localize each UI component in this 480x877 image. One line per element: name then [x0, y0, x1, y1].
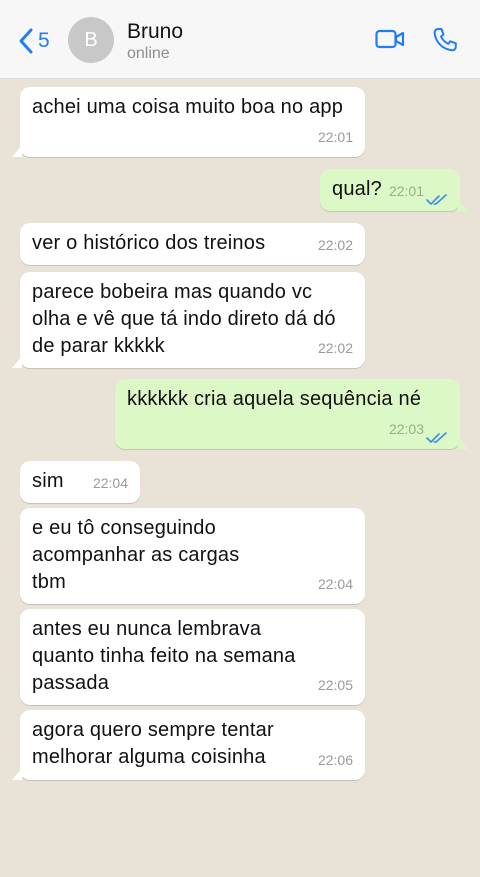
message-incoming[interactable]: ver o histórico dos treinos 22:02	[20, 223, 365, 265]
message-time: 22:03	[388, 421, 424, 437]
contact-status: online	[127, 45, 170, 62]
bubble-tail	[12, 768, 22, 780]
message-incoming[interactable]: e eu tô conseguindo acompanhar as cargas…	[20, 508, 365, 604]
message-list[interactable]: achei uma coisa muito boa no app 22:01 q…	[0, 79, 480, 877]
message-text: achei uma coisa muito boa no app	[32, 96, 344, 118]
message-time: 22:04	[92, 475, 128, 491]
message-incoming[interactable]: agora quero sempre tentar melhorar algum…	[12, 710, 365, 780]
message-incoming[interactable]: parece bobeira mas quando vc olha e vê q…	[12, 272, 365, 368]
message-time: 22:05	[317, 677, 353, 693]
back-button[interactable]: 5	[18, 24, 50, 58]
message-time: 22:02	[317, 237, 353, 253]
message-incoming[interactable]: antes eu nunca lembrava quanto tinha fei…	[20, 609, 365, 705]
message-text: kkkkkk cria aquela sequência né	[127, 388, 422, 410]
message-text: agora quero sempre tentar melhorar algum…	[32, 719, 274, 768]
message-time: 22:04	[317, 576, 353, 592]
voice-call-button[interactable]	[432, 27, 458, 58]
avatar[interactable]: B	[68, 17, 114, 63]
message-outgoing[interactable]: kkkkkk cria aquela sequência né 22:03	[115, 379, 468, 449]
message-time: 22:06	[317, 752, 353, 768]
chat-header: 5 B Bruno online	[0, 0, 480, 79]
message-time: 22:01	[317, 129, 353, 145]
bubble-tail	[458, 199, 468, 211]
message-time: 22:01	[388, 183, 424, 199]
message-text: antes eu nunca lembrava quanto tinha fei…	[32, 618, 296, 694]
bubble-tail	[12, 356, 22, 368]
chevron-left-icon	[19, 28, 33, 54]
video-call-button[interactable]	[375, 28, 405, 55]
bubble-tail	[458, 437, 468, 449]
double-check-icon	[426, 432, 447, 443]
video-camera-icon	[375, 29, 405, 49]
message-incoming[interactable]: achei uma coisa muito boa no app 22:01	[12, 87, 365, 157]
contact-name[interactable]: Bruno	[127, 20, 183, 44]
message-incoming[interactable]: sim 22:04	[20, 461, 140, 503]
message-outgoing[interactable]: qual? 22:01	[320, 169, 468, 211]
message-text: parece bobeira mas quando vc olha e vê q…	[32, 281, 336, 357]
message-text: ver o histórico dos treinos	[32, 232, 266, 254]
phone-icon	[433, 28, 457, 52]
double-check-icon	[426, 194, 447, 205]
bubble-tail	[12, 145, 22, 157]
message-time: 22:02	[317, 340, 353, 356]
message-text: e eu tô conseguindo acompanhar as cargas…	[32, 517, 240, 593]
unread-count: 5	[38, 29, 50, 52]
